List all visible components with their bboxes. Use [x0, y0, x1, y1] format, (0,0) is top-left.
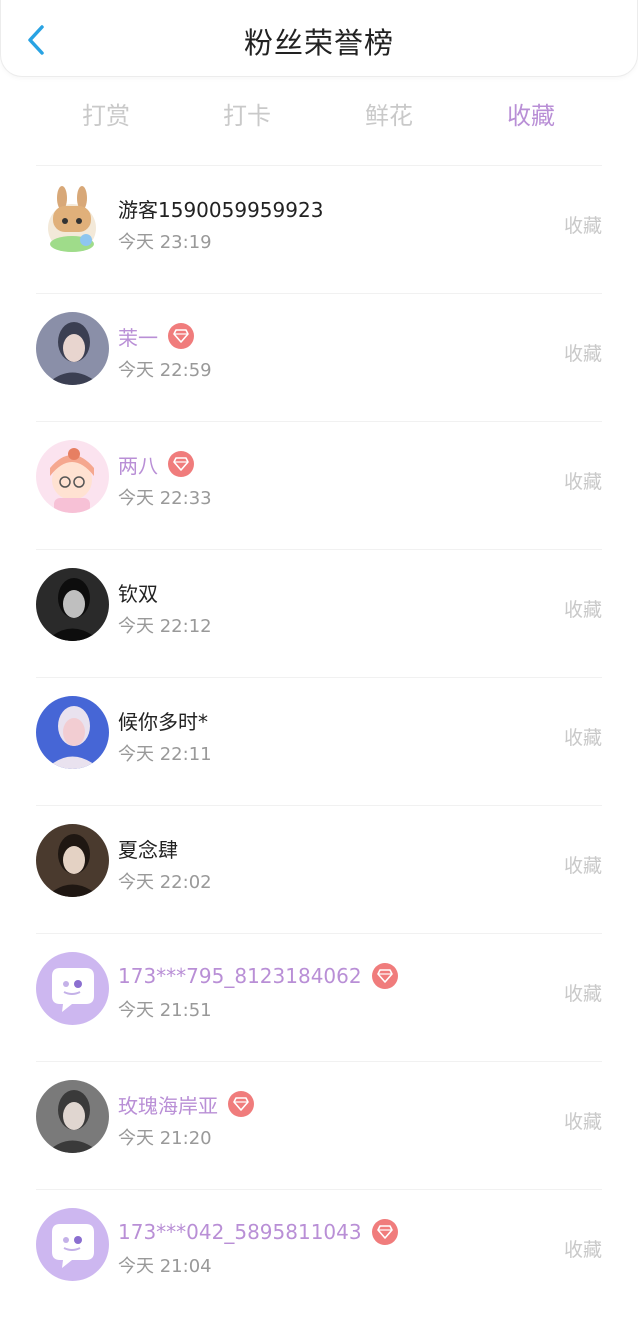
- avatar[interactable]: [36, 1208, 109, 1281]
- cartoon-girl-avatar-image: [36, 440, 109, 513]
- avatar[interactable]: [36, 696, 109, 769]
- avatar[interactable]: [36, 440, 109, 513]
- fan-name: 茉一: [118, 325, 158, 350]
- name-line: 钦双: [118, 578, 158, 606]
- avatar[interactable]: [36, 568, 109, 641]
- fan-name: 钦双: [118, 581, 158, 606]
- favorite-action-button[interactable]: 收藏: [564, 1107, 602, 1134]
- list-item[interactable]: 夏念肆 今天 22:02 收藏: [36, 805, 602, 933]
- fan-time: 今天 22:33: [118, 488, 212, 509]
- name-line: 夏念肆: [118, 834, 178, 862]
- diamond-icon: [228, 1091, 254, 1117]
- fan-name: 玫瑰海岸亚: [118, 1093, 218, 1118]
- name-line: 玫瑰海岸亚: [118, 1090, 254, 1118]
- name-line: 两八: [118, 450, 194, 478]
- favorite-action-button[interactable]: 收藏: [564, 851, 602, 878]
- tab-reward[interactable]: 打赏: [61, 96, 151, 131]
- favorite-action-button[interactable]: 收藏: [564, 595, 602, 622]
- chat-bubble-icon: [36, 1208, 109, 1281]
- header: 粉丝荣誉榜: [0, 0, 638, 77]
- name-line: 游客1590059959923: [118, 194, 323, 222]
- avatar[interactable]: [36, 312, 109, 385]
- photo-avatar-image: [36, 312, 109, 385]
- fan-time: 今天 22:11: [118, 744, 212, 765]
- diamond-icon: [371, 1219, 398, 1245]
- list-item[interactable]: 173***042_5895811043 今天 21:04 收藏: [36, 1189, 602, 1317]
- diamond-icon: [168, 451, 194, 477]
- fan-name: 173***042_5895811043: [118, 1220, 362, 1244]
- avatar[interactable]: [36, 184, 109, 257]
- favorite-action-button[interactable]: 收藏: [564, 211, 602, 238]
- bunny-avatar-image: [36, 184, 109, 257]
- favorite-action-button[interactable]: 收藏: [564, 339, 602, 366]
- avatar[interactable]: [36, 952, 109, 1025]
- list-item[interactable]: 茉一 今天 22:59 收藏: [36, 293, 602, 421]
- list-item[interactable]: 候你多时* 今天 22:11 收藏: [36, 677, 602, 805]
- fan-name: 两八: [118, 453, 158, 478]
- name-line: 173***042_5895811043: [118, 1218, 398, 1246]
- chat-bubble-icon: [36, 952, 109, 1025]
- name-line: 173***795_8123184062: [118, 962, 398, 990]
- fan-name: 173***795_8123184062: [118, 964, 362, 988]
- tab-checkin[interactable]: 打卡: [202, 96, 292, 131]
- favorite-action-button[interactable]: 收藏: [564, 1235, 602, 1262]
- page-title: 粉丝荣誉榜: [243, 26, 394, 60]
- fan-time: 今天 22:02: [118, 872, 212, 893]
- list-item[interactable]: 钦双 今天 22:12 收藏: [36, 549, 602, 677]
- photo-avatar-image: [36, 824, 109, 897]
- photo-avatar-image: [36, 696, 109, 769]
- tab-favorites[interactable]: 收藏: [486, 96, 576, 131]
- list-item[interactable]: 游客1590059959923 今天 23:19 收藏: [36, 165, 602, 293]
- fan-time: 今天 21:04: [118, 1256, 212, 1277]
- diamond-icon: [168, 323, 194, 349]
- tab-bar: 打赏 打卡 鲜花 收藏: [0, 88, 638, 148]
- avatar[interactable]: [36, 1080, 109, 1153]
- list-item[interactable]: 173***795_8123184062 今天 21:51 收藏: [36, 933, 602, 1061]
- fan-name: 候你多时*: [118, 709, 208, 734]
- fan-name: 夏念肆: [118, 837, 178, 862]
- avatar[interactable]: [36, 824, 109, 897]
- diamond-icon: [371, 963, 398, 989]
- photo-avatar-image: [36, 568, 109, 641]
- fan-time: 今天 22:12: [118, 616, 212, 637]
- list-item[interactable]: 玫瑰海岸亚 今天 21:20 收藏: [36, 1061, 602, 1189]
- tab-flowers[interactable]: 鲜花: [344, 96, 434, 131]
- name-line: 候你多时*: [118, 706, 208, 734]
- favorite-action-button[interactable]: 收藏: [564, 723, 602, 750]
- list-item[interactable]: 两八 今天 22:33 收藏: [36, 421, 602, 549]
- favorite-action-button[interactable]: 收藏: [564, 467, 602, 494]
- fan-name: 游客1590059959923: [118, 197, 324, 222]
- favorite-action-button[interactable]: 收藏: [564, 979, 602, 1006]
- fan-time: 今天 21:20: [118, 1128, 212, 1149]
- fan-time: 今天 21:51: [118, 1000, 212, 1021]
- photo-avatar-image: [36, 1080, 109, 1153]
- fan-list: 游客1590059959923 今天 23:19 收藏 茉一 今天 22:59 …: [0, 165, 638, 1317]
- fan-time: 今天 22:59: [118, 360, 212, 381]
- name-line: 茉一: [118, 322, 194, 350]
- fan-time: 今天 23:19: [118, 232, 212, 253]
